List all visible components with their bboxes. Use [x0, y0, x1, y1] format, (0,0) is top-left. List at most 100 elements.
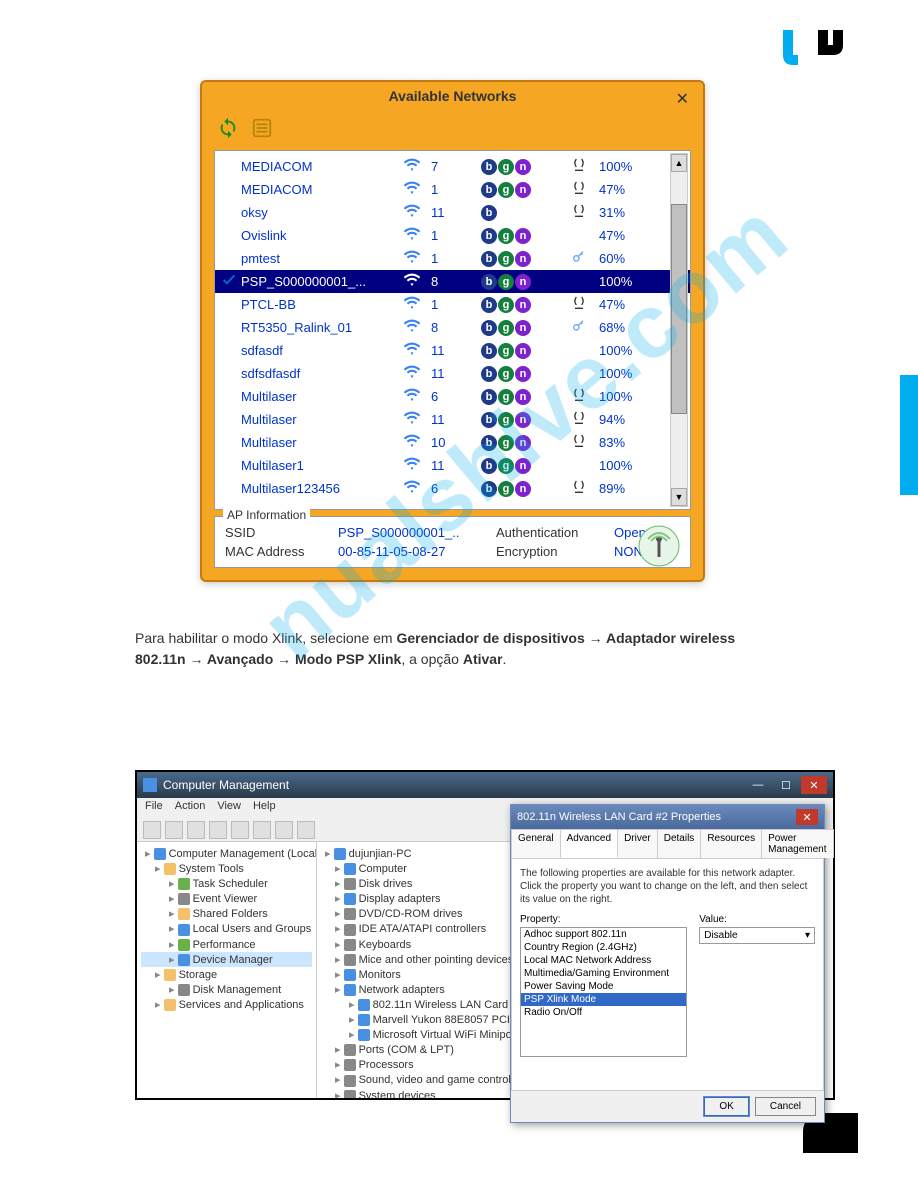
- mode-b-icon: b: [481, 389, 497, 405]
- menu-item-view[interactable]: View: [217, 800, 241, 816]
- tab-general[interactable]: General: [511, 829, 561, 858]
- network-row[interactable]: Multilaser6bgn100%: [215, 385, 690, 408]
- mode-b-icon: b: [481, 343, 497, 359]
- wifi-icon: [403, 478, 431, 499]
- wifi-antenna-icon[interactable]: [638, 525, 680, 572]
- scrollbar[interactable]: ▲ ▼: [670, 153, 688, 507]
- list-view-button[interactable]: [248, 114, 276, 142]
- toolbar-properties-button[interactable]: [231, 821, 249, 839]
- security-icon: [571, 433, 599, 452]
- tree-item[interactable]: ▸ Disk Management: [141, 982, 312, 997]
- close-icon[interactable]: ✕: [676, 89, 689, 109]
- ok-button[interactable]: OK: [704, 1097, 748, 1116]
- mode-b-icon: b: [481, 320, 497, 336]
- signal-cell: 100%: [599, 366, 649, 381]
- tree-item[interactable]: ▸ Performance: [141, 937, 312, 952]
- network-row[interactable]: MEDIACOM1bgn47%: [215, 178, 690, 201]
- toolbar-btn7[interactable]: [275, 821, 293, 839]
- tab-resources[interactable]: Resources: [700, 829, 762, 858]
- expand-icon: ▸: [335, 1090, 344, 1099]
- ap-information-panel: AP Information SSID PSP_S000000001_.. Au…: [214, 516, 691, 568]
- tree-item[interactable]: ▸ Task Scheduler: [141, 876, 312, 891]
- tree-item[interactable]: ▸ Computer Management (Local: [141, 846, 312, 861]
- mgmt-left-tree[interactable]: ▸ Computer Management (Local▸ System Too…: [137, 842, 317, 1098]
- toolbar-back-button[interactable]: [143, 821, 161, 839]
- wifi-icon: [403, 248, 431, 269]
- network-row[interactable]: pmtest1bgn60%: [215, 247, 690, 270]
- network-row[interactable]: Multilaser11bgn94%: [215, 408, 690, 431]
- tree-item[interactable]: ▸ Device Manager: [141, 952, 312, 967]
- expand-icon: ▸: [349, 1014, 358, 1026]
- network-row[interactable]: PTCL-BB1bgn47%: [215, 293, 690, 316]
- expand-icon: ▸: [169, 923, 178, 935]
- scroll-thumb[interactable]: [671, 204, 687, 414]
- tree-label: Computer Management (Local: [169, 848, 317, 860]
- property-item[interactable]: Adhoc support 802.11n: [521, 928, 686, 941]
- toolbar-btn8[interactable]: [297, 821, 315, 839]
- signal-cell: 100%: [599, 389, 649, 404]
- property-item[interactable]: PSP Xlink Mode: [521, 993, 686, 1006]
- network-row[interactable]: RT5350_Ralink_018bgn68%: [215, 316, 690, 339]
- tab-power-management[interactable]: Power Management: [761, 829, 833, 858]
- network-row[interactable]: oksy11b31%: [215, 201, 690, 224]
- tree-item[interactable]: ▸ Services and Applications: [141, 997, 312, 1012]
- property-listbox[interactable]: Adhoc support 802.11nCountry Region (2.4…: [520, 927, 687, 1057]
- network-row[interactable]: PSP_S000000001_...8bgn100%: [215, 270, 690, 293]
- network-row[interactable]: MEDIACOM7bgn100%: [215, 155, 690, 178]
- value-dropdown[interactable]: Disable▾: [699, 927, 815, 944]
- props-close-button[interactable]: ✕: [796, 809, 818, 825]
- tab-driver[interactable]: Driver: [617, 829, 658, 858]
- toolbar-up-button[interactable]: [187, 821, 205, 839]
- mgmt-titlebar: Computer Management — ☐ ✕: [137, 772, 833, 798]
- scroll-up-button[interactable]: ▲: [671, 154, 687, 172]
- device-tree-label: DVD/CD-ROM drives: [359, 908, 463, 920]
- maximize-button[interactable]: ☐: [773, 776, 799, 794]
- tree-item[interactable]: ▸ Shared Folders: [141, 906, 312, 921]
- menu-item-help[interactable]: Help: [253, 800, 276, 816]
- network-row[interactable]: sdfsdfasdf11bgn100%: [215, 362, 690, 385]
- modes-cell: bgn: [481, 389, 571, 405]
- scroll-down-button[interactable]: ▼: [671, 488, 687, 506]
- menu-item-file[interactable]: File: [145, 800, 163, 816]
- property-item[interactable]: Local MAC Network Address: [521, 954, 686, 967]
- property-item[interactable]: Power Saving Mode: [521, 980, 686, 993]
- network-row[interactable]: Multilaser111bgn100%: [215, 454, 690, 477]
- toolbar-refresh-button[interactable]: [209, 821, 227, 839]
- property-label: Property:: [520, 914, 687, 925]
- close-button[interactable]: ✕: [801, 776, 827, 794]
- value-label: Value:: [699, 914, 815, 925]
- property-item[interactable]: Country Region (2.4GHz): [521, 941, 686, 954]
- mode-n-icon: n: [515, 412, 531, 428]
- ssid-cell: Multilaser: [241, 435, 403, 450]
- refresh-button[interactable]: [214, 114, 242, 142]
- network-row[interactable]: Multilaser10bgn83%: [215, 431, 690, 454]
- network-row[interactable]: sdfasdf11bgn100%: [215, 339, 690, 362]
- tree-item[interactable]: ▸ System Tools: [141, 861, 312, 876]
- device-tree-label: Computer: [359, 863, 407, 875]
- tree-item[interactable]: ▸ Storage: [141, 967, 312, 982]
- signal-cell: 100%: [599, 343, 649, 358]
- menu-item-action[interactable]: Action: [175, 800, 206, 816]
- tab-details[interactable]: Details: [657, 829, 702, 858]
- ssid-cell: Multilaser1: [241, 458, 403, 473]
- property-item[interactable]: Radio On/Off: [521, 1006, 686, 1019]
- network-row[interactable]: Ovislink1bgn47%: [215, 224, 690, 247]
- toolbar-forward-button[interactable]: [165, 821, 183, 839]
- expand-icon: ▸: [335, 863, 344, 875]
- cancel-button[interactable]: Cancel: [755, 1097, 816, 1116]
- toolbar-help-button[interactable]: [253, 821, 271, 839]
- computer-management-window: Computer Management — ☐ ✕ File Action View…: [135, 770, 835, 1100]
- mode-n-icon: n: [515, 228, 531, 244]
- property-item[interactable]: Multimedia/Gaming Environment: [521, 967, 686, 980]
- wifi-icon: [403, 409, 431, 430]
- tree-item[interactable]: ▸ Local Users and Groups: [141, 921, 312, 936]
- tab-advanced[interactable]: Advanced: [560, 829, 618, 858]
- network-row[interactable]: Multilaser1234566bgn89%: [215, 477, 690, 500]
- minimize-button[interactable]: —: [745, 776, 771, 794]
- security-icon: [571, 157, 599, 176]
- tree-item[interactable]: ▸ Event Viewer: [141, 891, 312, 906]
- tree-label: Performance: [193, 939, 256, 951]
- signal-cell: 89%: [599, 481, 649, 496]
- channel-cell: 6: [431, 389, 481, 404]
- body-text-bold2: Ativar: [463, 651, 503, 667]
